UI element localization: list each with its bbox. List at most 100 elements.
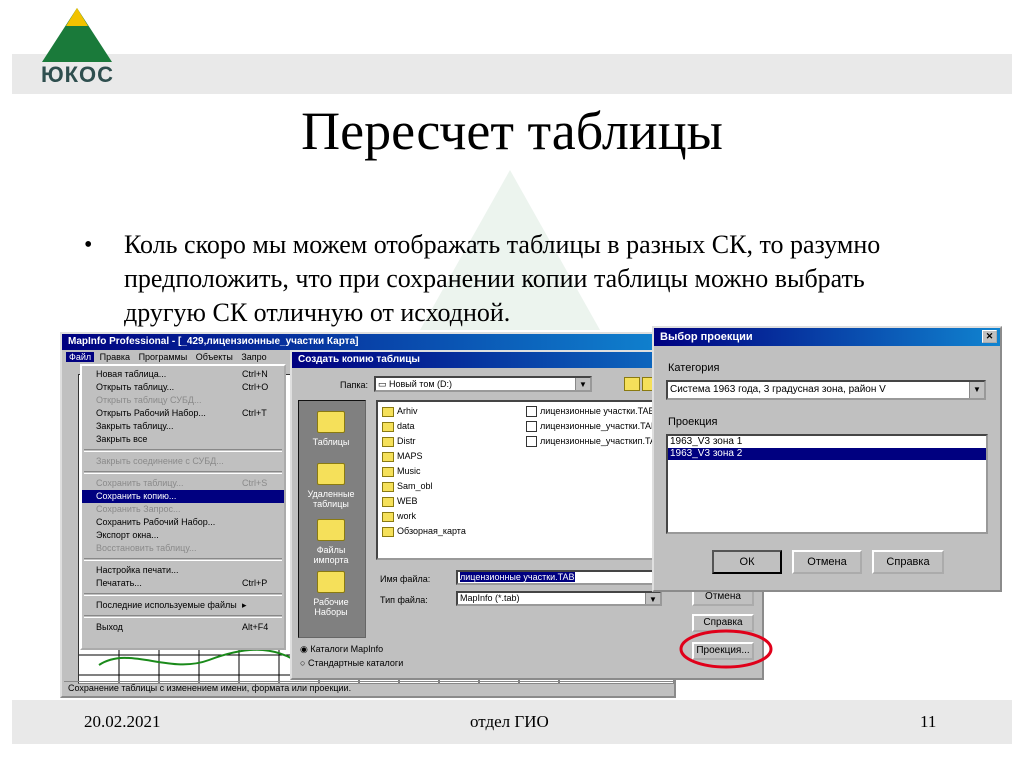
folder-item[interactable]: MAPS <box>382 451 423 462</box>
file-menu-item-label: Закрыть все <box>96 434 148 444</box>
header-band <box>12 54 1012 94</box>
folder-item[interactable]: Distr <box>382 436 416 447</box>
highlight-circle <box>679 629 773 669</box>
category-label: Категория <box>668 362 720 374</box>
folder-item[interactable]: Sam_obl <box>382 481 433 492</box>
up-folder-icon[interactable] <box>624 377 640 391</box>
folder-select[interactable]: ▭ Новый том (D:) ▼ <box>374 376 592 392</box>
file-menu-shortcut: Ctrl+T <box>242 408 267 418</box>
file-menu: Новая таблица... Ctrl+N Открыть таблицу...… <box>80 364 286 650</box>
yukos-logo: ЮКОС <box>30 4 125 92</box>
file-menu-shortcut: ▸ <box>242 600 247 610</box>
file-item[interactable]: лицензионные_участкип.TAB <box>526 436 662 448</box>
file-item[interactable]: лицензионные_участки.TAB <box>526 421 657 433</box>
folder-item[interactable]: WEB <box>382 496 418 507</box>
file-menu-item[interactable]: Выход Alt+F4 <box>82 621 284 634</box>
folder-icon <box>382 526 394 537</box>
file-menu-item[interactable]: Сохранить копию... <box>82 490 284 503</box>
projection-label: Проекция <box>668 416 718 428</box>
file-menu-item[interactable]: Открыть Рабочий Набор... Ctrl+T <box>82 407 284 420</box>
table-file-icon <box>526 421 537 433</box>
projection-cancel-button[interactable]: Отмена <box>792 550 862 574</box>
menu-separator <box>84 471 282 474</box>
file-menu-item[interactable]: Новая таблица... Ctrl+N <box>82 368 284 381</box>
file-menu-item[interactable]: Сохранить Запрос... <box>82 503 284 516</box>
menu-query[interactable]: Запро <box>238 352 269 362</box>
file-menu-item[interactable]: Печатать... Ctrl+P <box>82 577 284 590</box>
category-value: Система 1963 года, 3 градусная зона, рай… <box>670 384 886 395</box>
folder-item[interactable]: Music <box>382 466 421 477</box>
radio-standard-label: Стандартные каталоги <box>307 658 404 668</box>
bullet-icon: • <box>84 232 93 258</box>
logo-text: ЮКОС <box>40 62 115 87</box>
folder-item[interactable]: data <box>382 421 415 432</box>
chevron-down-icon[interactable]: ▼ <box>645 593 660 604</box>
folder-value: Новый том (D:) <box>389 379 453 389</box>
filename-value: лицензионные участки.TAB <box>460 572 575 582</box>
file-menu-shortcut: Ctrl+N <box>242 369 268 379</box>
place-import-files[interactable]: Файлы импорта <box>305 519 357 565</box>
filetype-label: Тип файла: <box>380 595 428 605</box>
menu-programs[interactable]: Программы <box>136 352 191 362</box>
footer-date: 20.02.2021 <box>84 712 161 731</box>
folder-icon <box>317 463 345 485</box>
filename-input[interactable]: лицензионные участки.TAB <box>456 570 662 585</box>
projection-item-2[interactable]: 1963_V3 зона 2 <box>668 448 986 460</box>
close-icon[interactable]: ✕ <box>982 330 997 343</box>
folder-icon <box>382 406 394 417</box>
file-menu-item[interactable]: Настройка печати... <box>82 564 284 577</box>
file-menu-item[interactable]: Закрыть таблицу... <box>82 420 284 433</box>
file-menu-item-label: Последние используемые файлы <box>96 600 237 610</box>
file-menu-item[interactable]: Сохранить Рабочий Набор... <box>82 516 284 529</box>
file-menu-item-label: Открыть таблицу СУБД... <box>96 395 202 405</box>
radio-unchecked-icon: ○ <box>300 658 306 668</box>
table-file-icon <box>526 406 537 418</box>
folder-item[interactable]: work <box>382 511 416 522</box>
file-menu-item-label: Сохранить Запрос... <box>96 504 181 514</box>
file-menu-item[interactable]: Восстановить таблицу... <box>82 542 284 555</box>
footer-center: отдел ГИО <box>470 712 549 731</box>
menu-edit[interactable]: Правка <box>97 352 133 362</box>
radio-standard[interactable]: ○ Стандартные каталоги <box>300 658 403 668</box>
folder-item[interactable]: Arhiv <box>382 406 418 417</box>
projection-list[interactable]: 1963_V3 зона 1 1963_V3 зона 2 <box>666 434 988 534</box>
file-menu-item[interactable]: Закрыть все <box>82 433 284 446</box>
folder-item[interactable]: Обзорная_карта <box>382 526 466 537</box>
folder-item-label: Arhiv <box>397 406 418 416</box>
projection-help-button[interactable]: Справка <box>872 550 944 574</box>
file-menu-item[interactable]: Сохранить таблицу... Ctrl+S <box>82 477 284 490</box>
projection-item-1[interactable]: 1963_V3 зона 1 <box>668 436 986 448</box>
menu-file[interactable]: Файл <box>66 352 95 362</box>
status-bar: Сохранение таблицы с изменением имени, ф… <box>64 681 674 694</box>
place-remote-tables[interactable]: Удаленные таблицы <box>305 463 357 509</box>
radio-mapinfo[interactable]: ◉ Каталоги MapInfo <box>300 644 383 655</box>
folder-item-label: Music <box>397 466 421 476</box>
file-item-label: лицензионные участки.TAB <box>540 406 655 416</box>
place-tables[interactable]: Таблицы <box>305 411 357 447</box>
file-menu-item[interactable]: Закрыть соединение с СУБД... <box>82 455 284 468</box>
ok-button[interactable]: ОК <box>712 550 782 574</box>
file-menu-item[interactable]: Открыть таблицу СУБД... <box>82 394 284 407</box>
file-menu-item[interactable]: Открыть таблицу... Ctrl+O <box>82 381 284 394</box>
category-select[interactable]: Система 1963 года, 3 градусная зона, рай… <box>666 380 986 400</box>
folder-icon <box>317 411 345 433</box>
file-menu-item-label: Открыть таблицу... <box>96 382 175 392</box>
file-menu-item-label: Сохранить таблицу... <box>96 478 184 488</box>
file-menu-item-label: Печатать... <box>96 578 142 588</box>
chevron-down-icon[interactable]: ▼ <box>969 382 984 398</box>
file-menu-item[interactable]: Экспорт окна... <box>82 529 284 542</box>
filetype-select[interactable]: MapInfo (*.tab) ▼ <box>456 591 662 606</box>
menu-separator <box>84 558 282 561</box>
folder-icon <box>382 481 394 492</box>
folder-icon <box>382 421 394 432</box>
place-workspaces[interactable]: Рабочие Наборы <box>305 571 357 617</box>
menu-objects[interactable]: Объекты <box>193 352 236 362</box>
file-menu-item[interactable]: Последние используемые файлы ▸ <box>82 599 284 612</box>
projection-dialog-title: Выбор проекции <box>660 331 753 343</box>
folder-item-label: MAPS <box>397 451 423 461</box>
filetype-value: MapInfo (*.tab) <box>460 593 520 603</box>
file-menu-item-label: Экспорт окна... <box>96 530 159 540</box>
file-menu-shortcut: Ctrl+P <box>242 578 268 588</box>
file-item[interactable]: лицензионные участки.TAB <box>526 406 655 418</box>
chevron-down-icon[interactable]: ▼ <box>575 378 590 390</box>
